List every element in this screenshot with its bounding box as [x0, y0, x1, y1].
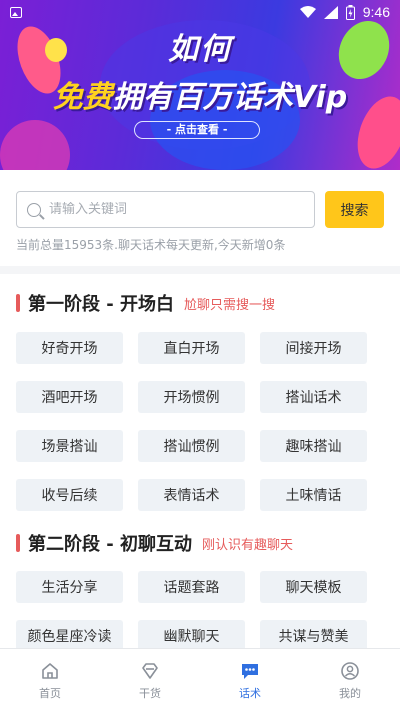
- category-tag[interactable]: 直白开场: [138, 332, 245, 364]
- category-tag[interactable]: 场景搭讪: [16, 430, 123, 462]
- section-marker: [16, 534, 20, 552]
- section-title: 第一阶段 - 开场白: [28, 294, 175, 315]
- search-button[interactable]: 搜索: [325, 191, 384, 228]
- status-time: 9:46: [362, 4, 390, 20]
- user-icon: [341, 662, 359, 680]
- image-notification-icon: [10, 6, 22, 18]
- status-bar: 9:46: [0, 0, 400, 24]
- category-tag[interactable]: 表情话术: [138, 479, 245, 511]
- nav-label: 我的: [339, 687, 361, 700]
- category-tag[interactable]: 聊天模板: [260, 571, 367, 603]
- battery-icon: [345, 4, 355, 20]
- section-marker: [16, 294, 20, 312]
- nav-item-resources[interactable]: 干货: [100, 649, 200, 711]
- section-title: 第二阶段 - 初聊互动: [28, 534, 193, 555]
- search-box[interactable]: [16, 191, 315, 228]
- section-header-stage-1: 第一阶段 - 开场白 尬聊只需搜一搜: [16, 290, 275, 316]
- banner-subheadline: 免费拥有百万话术Vip: [0, 72, 400, 116]
- nav-item-profile[interactable]: 我的: [300, 649, 400, 711]
- banner-headline: 如何: [168, 32, 232, 67]
- diamond-icon: [142, 663, 158, 679]
- search-input[interactable]: [49, 202, 289, 217]
- section-header-stage-2: 第二阶段 - 初聊互动 刚认识有趣聊天: [16, 530, 293, 556]
- home-icon: [42, 663, 58, 679]
- category-tag[interactable]: 间接开场: [260, 332, 367, 364]
- category-tag[interactable]: 趣味搭讪: [260, 430, 367, 462]
- search-section: 搜索 当前总量15953条.聊天话术每天更新,今天新增0条: [0, 170, 400, 266]
- bottom-nav: 首页 干货 话术 我的: [0, 648, 400, 711]
- promo-banner[interactable]: 9:46 如何 免费拥有百万话术Vip - 点击查看 -: [0, 0, 400, 170]
- category-tag[interactable]: 酒吧开场: [16, 381, 123, 413]
- banner-cta-button[interactable]: - 点击查看 -: [134, 121, 260, 139]
- nav-label: 干货: [139, 687, 161, 700]
- signal-icon: [323, 5, 338, 19]
- banner-decoration: [0, 120, 70, 170]
- category-tag[interactable]: 收号后续: [16, 479, 123, 511]
- category-tag[interactable]: 搭讪话术: [260, 381, 367, 413]
- category-tag[interactable]: 开场惯例: [138, 381, 245, 413]
- category-tag[interactable]: 共谋与赞美: [260, 620, 367, 648]
- nav-label: 首页: [39, 687, 61, 700]
- section-subtitle: 刚认识有趣聊天: [202, 537, 294, 553]
- section-subtitle: 尬聊只需搜一搜: [184, 297, 276, 313]
- category-tag[interactable]: 幽默聊天: [138, 620, 245, 648]
- tag-grid-stage-1: 好奇开场 直白开场 间接开场 酒吧开场 开场惯例 搭讪话术 场景搭讪 搭讪惯例 …: [16, 332, 368, 511]
- tag-grid-stage-2: 生活分享 话题套路 聊天模板 颜色星座冷读 幽默聊天 共谋与赞美: [16, 571, 368, 648]
- category-tag[interactable]: 颜色星座冷读: [16, 620, 123, 648]
- banner-subheadline-text: 拥有百万话术Vip: [112, 80, 348, 115]
- stats-text: 当前总量15953条.聊天话术每天更新,今天新增0条: [16, 238, 286, 252]
- category-tag[interactable]: 好奇开场: [16, 332, 123, 364]
- chat-icon: [242, 664, 258, 679]
- category-tag[interactable]: 话题套路: [138, 571, 245, 603]
- nav-item-scripts[interactable]: 话术: [200, 649, 300, 711]
- category-tag[interactable]: 土味情话: [260, 479, 367, 511]
- search-icon: [27, 202, 41, 217]
- category-tag[interactable]: 搭讪惯例: [138, 430, 245, 462]
- banner-highlight: 免费: [52, 80, 113, 115]
- nav-label: 话术: [239, 687, 261, 700]
- category-tag[interactable]: 生活分享: [16, 571, 123, 603]
- wifi-icon: [299, 5, 316, 18]
- nav-item-home[interactable]: 首页: [0, 649, 100, 711]
- script-categories: 第一阶段 - 开场白 尬聊只需搜一搜 好奇开场 直白开场 间接开场 酒吧开场 开…: [0, 274, 400, 648]
